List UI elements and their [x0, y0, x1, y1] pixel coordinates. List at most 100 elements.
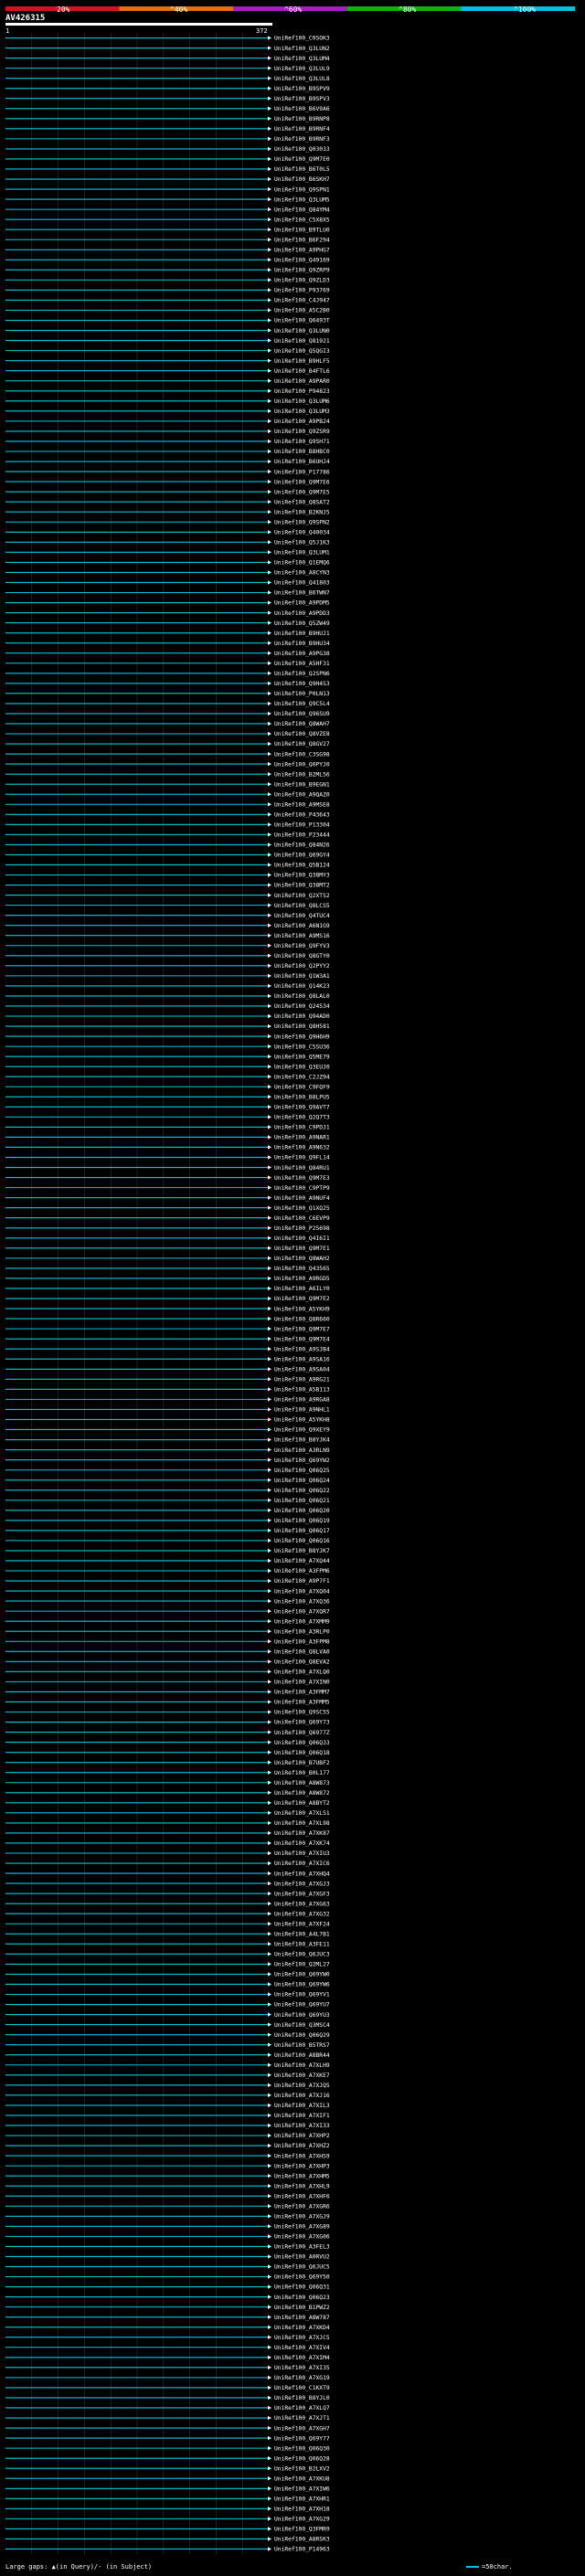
hit-label[interactable]: UniRef100_Q06Q17 — [274, 1528, 330, 1534]
hit-label[interactable]: UniRef100_B9TLU0 — [274, 227, 330, 233]
hit-label[interactable]: UniRef100_Q06Q20 — [274, 1508, 330, 1514]
hit-label[interactable]: UniRef100_A7XG89 — [274, 2224, 330, 2231]
hit-label[interactable]: UniRef100_B8YJK4 — [274, 1437, 330, 1444]
hit-label[interactable]: UniRef100_A9PDD3 — [274, 610, 330, 617]
hit-label[interactable]: UniRef100_Q43565 — [274, 1266, 330, 1272]
hit-label[interactable]: UniRef100_Q06Q18 — [274, 1750, 330, 1756]
hit-label[interactable]: UniRef100_B5TRS7 — [274, 2042, 330, 2049]
hit-label[interactable]: UniRef100_Q3LUM4 — [274, 56, 330, 62]
hit-label[interactable]: UniRef100_Q69YV1 — [274, 1992, 330, 1998]
hit-label[interactable]: UniRef100_Q3FMR9 — [274, 2527, 330, 2533]
hit-label[interactable]: UniRef100_Q9H4S3 — [274, 681, 330, 687]
hit-label[interactable]: UniRef100_A7XGJ9 — [274, 2213, 330, 2220]
hit-label[interactable]: UniRef100_A7XJT1 — [274, 2415, 330, 2422]
hit-label[interactable]: UniRef100_Q38MT2 — [274, 883, 330, 889]
hit-label[interactable]: UniRef100_Q06Q25 — [274, 1468, 330, 1474]
hit-label[interactable]: UniRef100_Q8GV27 — [274, 741, 330, 747]
hit-label[interactable]: UniRef100_Q94AD0 — [274, 1013, 330, 1020]
hit-label[interactable]: UniRef100_A4L7B1 — [274, 1931, 330, 1937]
hit-label[interactable]: UniRef100_Q3LUM1 — [274, 550, 330, 557]
hit-label[interactable]: UniRef100_A7XGF3 — [274, 1891, 330, 1897]
hit-label[interactable]: UniRef100_P93769 — [274, 288, 330, 294]
hit-label[interactable]: UniRef100_P13304 — [274, 822, 330, 829]
hit-label[interactable]: UniRef100_A7XHL9 — [274, 2183, 330, 2189]
hit-label[interactable]: UniRef100_Q69Y77 — [274, 2435, 330, 2442]
hit-label[interactable]: UniRef100_A7XGJ3 — [274, 1881, 330, 1887]
hit-label[interactable]: UniRef100_A8BYT2 — [274, 1800, 330, 1807]
hit-label[interactable]: UniRef100_A5YKH9 — [274, 1306, 330, 1312]
hit-label[interactable]: UniRef100_Q4TUC4 — [274, 913, 330, 919]
hit-label[interactable]: UniRef100_B9HU34 — [274, 641, 330, 647]
hit-label[interactable]: UniRef100_P17786 — [274, 469, 330, 475]
hit-label[interactable]: UniRef100_A7XKE7 — [274, 2072, 330, 2079]
hit-label[interactable]: UniRef100_B9RNF4 — [274, 126, 330, 133]
hit-label[interactable]: UniRef100_A7XGH7 — [274, 2425, 330, 2432]
hit-label[interactable]: UniRef100_Q5B124 — [274, 863, 330, 869]
hit-label[interactable]: UniRef100_A9SA04 — [274, 1366, 330, 1373]
hit-label[interactable]: UniRef100_B6SKH7 — [274, 176, 330, 183]
hit-label[interactable]: UniRef100_A7XIF1 — [274, 2113, 330, 2119]
hit-label[interactable]: UniRef100_B7UBF2 — [274, 1760, 330, 1766]
hit-label[interactable]: UniRef100_P0LN13 — [274, 691, 330, 697]
hit-label[interactable]: UniRef100_Q6JUC5 — [274, 2264, 330, 2271]
hit-label[interactable]: UniRef100_A8W873 — [274, 1780, 330, 1786]
hit-label[interactable]: UniRef100_B8YJL0 — [274, 2395, 330, 2401]
hit-label[interactable]: UniRef100_A7XK74 — [274, 1840, 330, 1847]
hit-label[interactable]: UniRef100_A7XLQ7 — [274, 2405, 330, 2412]
hit-label[interactable]: UniRef100_Q5QGI3 — [274, 348, 330, 355]
hit-label[interactable]: UniRef100_A7XI35 — [274, 2365, 330, 2371]
hit-label[interactable]: UniRef100_Q69GY4 — [274, 853, 330, 859]
hit-label[interactable]: UniRef100_A7XK87 — [274, 1830, 330, 1837]
hit-label[interactable]: UniRef100_A5YKH8 — [274, 1417, 330, 1424]
hit-label[interactable]: UniRef100_A7XHZ2 — [274, 2143, 330, 2149]
hit-label[interactable]: UniRef100_A3FE11 — [274, 1942, 330, 1948]
hit-label[interactable]: UniRef100_A7XIC6 — [274, 1860, 330, 1867]
hit-label[interactable]: UniRef100_A7XHP3 — [274, 2163, 330, 2169]
hit-label[interactable]: UniRef100_A7XG19 — [274, 2375, 330, 2381]
hit-label[interactable]: UniRef100_Q40034 — [274, 529, 330, 535]
hit-label[interactable]: UniRef100_Q9ZSR9 — [274, 429, 330, 435]
hit-label[interactable]: UniRef100_Q5J1K3 — [274, 540, 330, 546]
hit-label[interactable]: UniRef100_Q3LUL9 — [274, 66, 330, 72]
hit-label[interactable]: UniRef100_Q69YW2 — [274, 1458, 330, 1464]
hit-label[interactable]: UniRef100_Q9XEY9 — [274, 1427, 330, 1434]
hit-label[interactable]: UniRef100_Q1EMQ6 — [274, 560, 330, 567]
hit-label[interactable]: UniRef100_P14963 — [274, 2547, 330, 2553]
hit-label[interactable]: UniRef100_Q8WAH7 — [274, 721, 330, 727]
hit-label[interactable]: UniRef100_Q38MY3 — [274, 873, 330, 879]
hit-label[interactable]: UniRef100_A9PG38 — [274, 651, 330, 657]
hit-label[interactable]: UniRef100_Q9M7E0 — [274, 156, 330, 163]
hit-label[interactable]: UniRef100_P25698 — [274, 1225, 330, 1232]
hit-label[interactable]: UniRef100_A7XHS9 — [274, 2153, 330, 2159]
hit-label[interactable]: UniRef100_Q2PYY2 — [274, 963, 330, 970]
hit-label[interactable]: UniRef100_A3RLN9 — [274, 1447, 330, 1454]
hit-label[interactable]: UniRef100_Q03033 — [274, 146, 330, 153]
hit-label[interactable]: UniRef100_A7XQ36 — [274, 1598, 330, 1605]
hit-label[interactable]: UniRef100_A7XKU8 — [274, 2475, 330, 2482]
hit-label[interactable]: UniRef100_B2ML56 — [274, 771, 330, 778]
hit-label[interactable]: UniRef100_A9NHL1 — [274, 1407, 330, 1414]
hit-label[interactable]: UniRef100_A8RSK3 — [274, 2537, 330, 2543]
hit-label[interactable]: UniRef100_B1PWZ2 — [274, 2305, 330, 2311]
hit-label[interactable]: UniRef100_Q9ZLD3 — [274, 278, 330, 284]
hit-label[interactable]: UniRef100_C2JZ94 — [274, 1074, 330, 1080]
hit-label[interactable]: UniRef100_A7XIL3 — [274, 2103, 330, 2109]
hit-label[interactable]: UniRef100_B6V9A6 — [274, 106, 330, 112]
hit-label[interactable]: UniRef100_Q84RU1 — [274, 1165, 330, 1171]
hit-label[interactable]: UniRef100_A7XF24 — [274, 1921, 330, 1927]
hit-label[interactable]: UniRef100_A9SA16 — [274, 1356, 330, 1362]
hit-label[interactable]: UniRef100_A7XG32 — [274, 1911, 330, 1917]
hit-label[interactable]: UniRef100_Q2Q7T3 — [274, 1115, 330, 1121]
hit-label[interactable]: UniRef100_B6TWN7 — [274, 590, 330, 597]
hit-label[interactable]: UniRef100_A7XG63 — [274, 1901, 330, 1907]
hit-label[interactable]: UniRef100_A7XJQ5 — [274, 2083, 330, 2089]
hit-label[interactable]: UniRef100_A9N632 — [274, 1145, 330, 1151]
hit-label[interactable]: UniRef100_C9PDJ1 — [274, 1125, 330, 1131]
hit-label[interactable]: UniRef100_Q06Q22 — [274, 1488, 330, 1494]
hit-label[interactable]: UniRef100_A7XMM9 — [274, 1618, 330, 1625]
hit-label[interactable]: UniRef100_Q24534 — [274, 1003, 330, 1010]
hit-label[interactable]: UniRef100_Q96SU9 — [274, 711, 330, 717]
hit-label[interactable]: UniRef100_C9PTP9 — [274, 1185, 330, 1192]
hit-label[interactable]: UniRef100_A9P7F1 — [274, 1578, 330, 1585]
hit-label[interactable]: UniRef100_A3FEL3 — [274, 2244, 330, 2251]
